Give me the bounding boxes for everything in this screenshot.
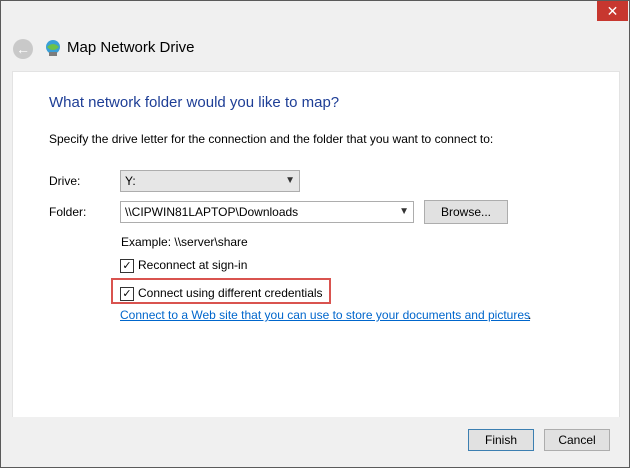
drive-select[interactable]: Y: ▼ (120, 170, 300, 192)
instructions-text: Specify the drive letter for the connect… (49, 132, 494, 146)
close-button[interactable]: ✕ (597, 1, 628, 21)
map-network-drive-window: ✕ ← Map Network Drive What network folde… (0, 0, 630, 468)
chevron-down-icon[interactable]: ▼ (399, 202, 409, 222)
finish-button[interactable]: Finish (468, 429, 534, 451)
folder-label: Folder: (49, 205, 87, 219)
wizard-content: What network folder would you like to ma… (12, 71, 620, 418)
cancel-button[interactable]: Cancel (544, 429, 610, 451)
chevron-down-icon: ▼ (285, 175, 295, 186)
web-site-link[interactable]: Connect to a Web site that you can use t… (120, 308, 530, 322)
checkmark-icon: ✓ (122, 287, 132, 300)
close-icon: ✕ (606, 3, 619, 19)
network-drive-icon (46, 40, 60, 56)
page-heading: What network folder would you like to ma… (49, 94, 340, 111)
folder-input-value: \\CIPWIN81LAPTOP\Downloads (125, 205, 299, 219)
back-button[interactable]: ← (13, 39, 33, 59)
credentials-checkbox[interactable]: ✓ (120, 286, 134, 301)
link-period: . (528, 308, 532, 322)
button-bar: Finish Cancel (1, 417, 629, 467)
drive-select-value: Y: (125, 174, 136, 188)
reconnect-label: Reconnect at sign-in (138, 258, 248, 272)
checkmark-icon: ✓ (122, 259, 132, 272)
credentials-option[interactable]: ✓ Connect using different credentials (120, 286, 323, 302)
reconnect-option[interactable]: ✓ Reconnect at sign-in (120, 258, 247, 274)
title-bar: ✕ ← Map Network Drive (1, 1, 629, 69)
reconnect-checkbox[interactable]: ✓ (120, 258, 134, 273)
window-title: Map Network Drive (67, 39, 195, 56)
folder-input[interactable]: \\CIPWIN81LAPTOP\Downloads ▼ (120, 201, 414, 223)
back-arrow-icon: ← (16, 41, 30, 57)
example-text: Example: \\server\share (121, 235, 248, 249)
credentials-label: Connect using different credentials (138, 286, 323, 300)
drive-label: Drive: (49, 174, 81, 188)
browse-button[interactable]: Browse... (424, 200, 508, 224)
